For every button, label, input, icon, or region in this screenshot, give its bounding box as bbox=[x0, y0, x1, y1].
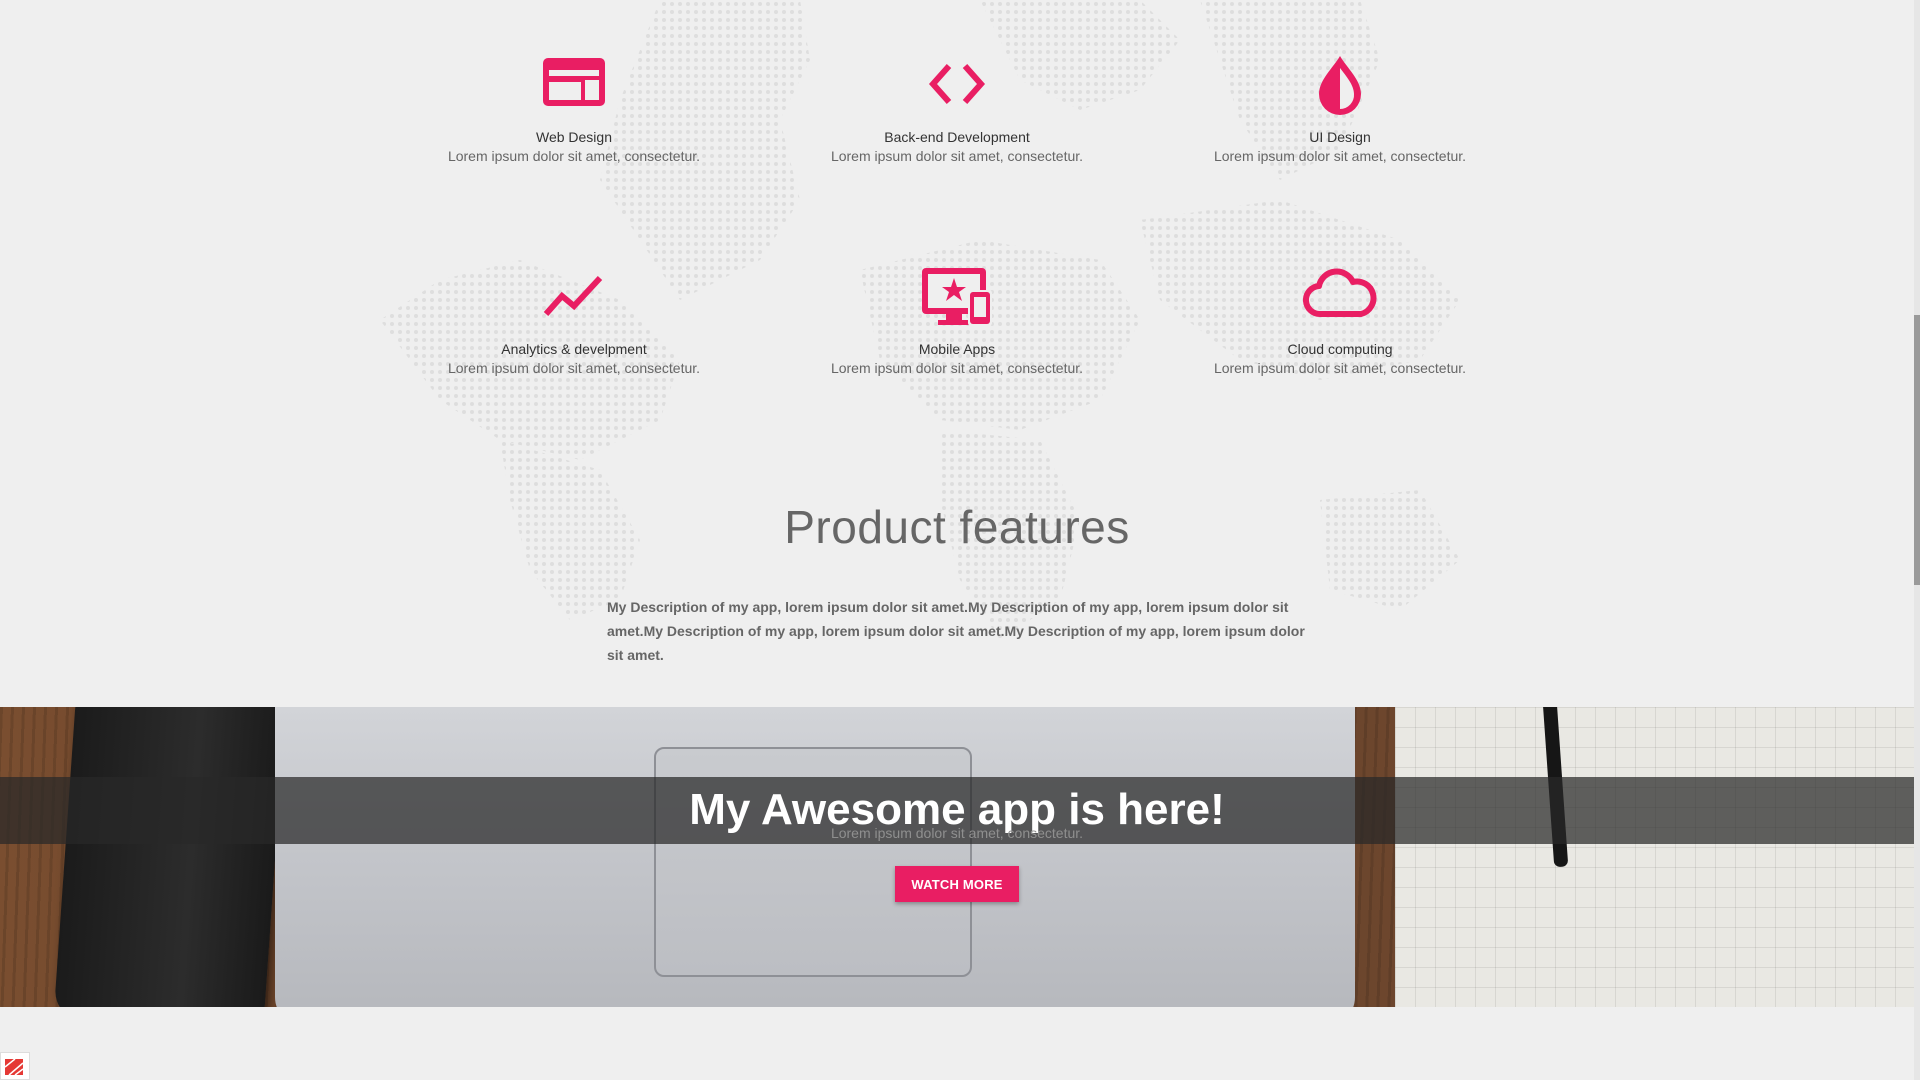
service-description: Lorem ipsum dolor sit amet, consectetur. bbox=[830, 148, 1084, 164]
phone-photo bbox=[53, 707, 287, 1007]
service-title: Mobile Apps bbox=[918, 341, 996, 357]
service-description: Lorem ipsum dolor sit amet, consectetur. bbox=[447, 148, 701, 164]
devices-star-icon bbox=[912, 266, 1002, 338]
scrollbar-thumb[interactable] bbox=[1914, 315, 1920, 585]
browser-extension-badge[interactable] bbox=[0, 1052, 30, 1080]
product-features-description: My Description of my app, lorem ipsum do… bbox=[607, 599, 1305, 663]
service-ui-design: UI Design Lorem ipsum dolor sit amet, co… bbox=[1150, 54, 1530, 166]
trending-line-icon bbox=[529, 266, 619, 338]
cloud-icon bbox=[1295, 266, 1385, 338]
service-title: Cloud computing bbox=[1287, 341, 1393, 357]
ink-drop-icon bbox=[1295, 54, 1385, 126]
notebook-photo bbox=[1395, 707, 1914, 1007]
service-cloud-computing: Cloud computing Lorem ipsum dolor sit am… bbox=[1150, 266, 1530, 378]
service-title: Analytics & develpment bbox=[501, 341, 647, 357]
service-title: Back-end Development bbox=[884, 129, 1030, 145]
code-brackets-icon bbox=[912, 54, 1002, 126]
service-title: UI Design bbox=[1309, 129, 1371, 145]
hero-banner: My Awesome app is here! Lorem ipsum dolo… bbox=[0, 707, 1914, 1007]
web-layout-icon bbox=[529, 54, 619, 126]
services-grid: Web Design Lorem ipsum dolor sit amet, c… bbox=[0, 0, 1920, 420]
service-description: Lorem ipsum dolor sit amet, consectetur. bbox=[1213, 360, 1467, 376]
watch-more-button[interactable]: WATCH MORE bbox=[895, 866, 1019, 902]
service-mobile-apps: Mobile Apps Lorem ipsum dolor sit amet, … bbox=[767, 266, 1147, 378]
service-description: Lorem ipsum dolor sit amet, consectetur. bbox=[830, 360, 1084, 376]
service-backend-development: Back-end Development Lorem ipsum dolor s… bbox=[767, 54, 1147, 166]
service-title: Web Design bbox=[535, 129, 612, 145]
service-description: Lorem ipsum dolor sit amet, consectetur. bbox=[1213, 148, 1467, 164]
service-web-design: Web Design Lorem ipsum dolor sit amet, c… bbox=[384, 54, 764, 166]
hero-subtitle: Lorem ipsum dolor sit amet, consectetur. bbox=[830, 825, 1084, 841]
product-features-heading: Product features bbox=[784, 501, 1130, 553]
service-analytics: Analytics & develpment Lorem ipsum dolor… bbox=[384, 266, 764, 378]
extension-icon bbox=[4, 1058, 24, 1076]
service-description: Lorem ipsum dolor sit amet, consectetur. bbox=[447, 360, 701, 376]
page-scrollbar[interactable] bbox=[1914, 0, 1920, 1080]
